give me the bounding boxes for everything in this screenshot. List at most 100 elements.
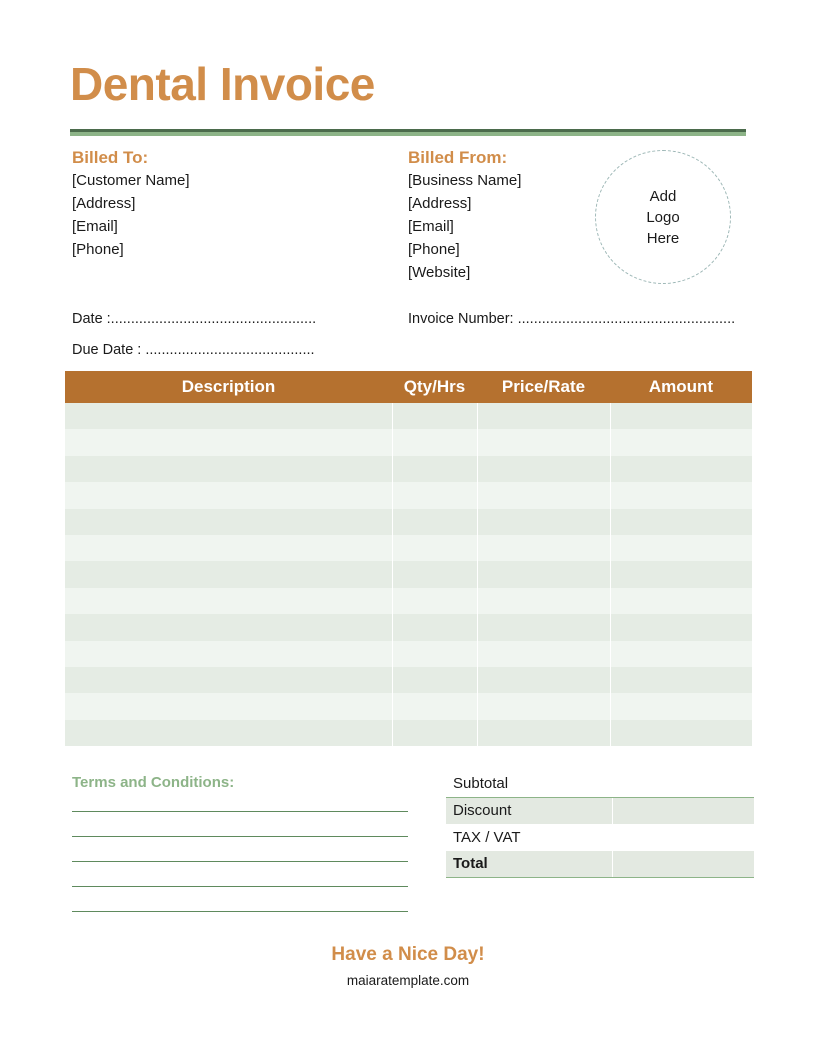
terms-line[interactable]	[72, 835, 408, 837]
table-row	[65, 614, 752, 641]
customer-address-field[interactable]: [Address]	[72, 192, 190, 215]
items-table-container: Description Qty/Hrs Price/Rate Amount	[65, 371, 752, 747]
qty-cell[interactable]	[392, 719, 478, 747]
description-cell[interactable]	[65, 614, 393, 641]
description-cell[interactable]	[65, 640, 393, 667]
terms-line[interactable]	[72, 885, 408, 887]
amount-cell[interactable]	[610, 719, 752, 747]
price-cell[interactable]	[477, 534, 611, 562]
discount-label: Discount	[446, 797, 612, 824]
price-cell[interactable]	[477, 561, 611, 588]
qty-cell[interactable]	[392, 614, 478, 641]
description-cell[interactable]	[65, 534, 393, 562]
qty-cell[interactable]	[392, 482, 478, 509]
description-cell[interactable]	[65, 561, 393, 588]
price-cell[interactable]	[477, 587, 611, 615]
table-row	[65, 482, 752, 509]
amount-cell[interactable]	[610, 640, 752, 667]
business-phone-field[interactable]: [Phone]	[408, 238, 521, 261]
amount-cell[interactable]	[610, 693, 752, 720]
tax-label: TAX / VAT	[453, 828, 521, 846]
subtotal-value[interactable]	[612, 770, 754, 798]
price-cell[interactable]	[477, 640, 611, 667]
price-cell[interactable]	[477, 482, 611, 509]
totals-table: Subtotal Discount TAX / VAT Total	[446, 770, 754, 878]
amount-cell[interactable]	[610, 561, 752, 588]
description-cell[interactable]	[65, 455, 393, 483]
billed-from-section: Billed From: [Business Name] [Address] […	[408, 147, 521, 284]
tax-value[interactable]	[612, 824, 754, 851]
table-row	[65, 429, 752, 456]
amount-cell[interactable]	[610, 403, 752, 430]
discount-row: Discount	[446, 797, 754, 824]
terms-line[interactable]	[72, 810, 408, 812]
terms-section: Terms and Conditions:	[72, 773, 408, 912]
qty-cell[interactable]	[392, 587, 478, 615]
qty-cell[interactable]	[392, 693, 478, 720]
table-row	[65, 640, 752, 667]
amount-cell[interactable]	[610, 455, 752, 483]
qty-cell[interactable]	[392, 429, 478, 456]
logo-text-line: Logo	[646, 208, 680, 226]
footer-message: Have a Nice Day!	[331, 944, 485, 965]
amount-cell[interactable]	[610, 482, 752, 509]
total-row: Total	[446, 850, 754, 878]
amount-cell[interactable]	[610, 508, 752, 535]
description-cell[interactable]	[65, 693, 393, 720]
description-cell[interactable]	[65, 719, 393, 747]
customer-name-field[interactable]: [Customer Name]	[72, 169, 190, 192]
price-cell[interactable]	[477, 666, 611, 694]
price-cell[interactable]	[477, 455, 611, 483]
price-cell[interactable]	[477, 719, 611, 747]
terms-line[interactable]	[72, 860, 408, 862]
description-cell[interactable]	[65, 587, 393, 615]
qty-cell[interactable]	[392, 455, 478, 483]
customer-email-field[interactable]: [Email]	[72, 215, 190, 238]
amount-cell[interactable]	[610, 587, 752, 615]
price-cell[interactable]	[477, 508, 611, 535]
description-cell[interactable]	[65, 666, 393, 694]
invoice-title: Dental Invoice	[70, 58, 375, 110]
price-cell[interactable]	[477, 429, 611, 456]
qty-cell[interactable]	[392, 561, 478, 588]
qty-cell[interactable]	[392, 640, 478, 667]
amount-cell[interactable]	[610, 614, 752, 641]
qty-cell[interactable]	[392, 666, 478, 694]
footer-website: maiaratemplate.com	[346, 973, 470, 988]
business-name-field[interactable]: [Business Name]	[408, 169, 521, 192]
description-cell[interactable]	[65, 508, 393, 535]
price-cell[interactable]	[477, 403, 611, 430]
business-address-field[interactable]: [Address]	[408, 192, 521, 215]
business-website-field[interactable]: [Website]	[408, 261, 521, 284]
table-row	[65, 455, 752, 483]
qty-cell[interactable]	[392, 403, 478, 430]
column-header-description: Description	[65, 371, 392, 403]
terms-line[interactable]	[72, 910, 408, 912]
price-cell[interactable]	[477, 693, 611, 720]
billed-to-heading: Billed To:	[72, 148, 149, 167]
column-header-price: Price/Rate	[477, 371, 610, 403]
description-cell[interactable]	[65, 403, 393, 430]
amount-cell[interactable]	[610, 429, 752, 456]
header-divider-light	[70, 132, 746, 136]
price-cell[interactable]	[477, 614, 611, 641]
discount-value[interactable]	[611, 797, 754, 824]
terms-lines	[72, 810, 408, 912]
description-cell[interactable]	[65, 482, 393, 509]
business-email-field[interactable]: [Email]	[408, 215, 521, 238]
customer-phone-field[interactable]: [Phone]	[72, 238, 190, 261]
qty-cell[interactable]	[392, 508, 478, 535]
column-header-amount: Amount	[610, 371, 752, 403]
table-row	[65, 534, 752, 562]
amount-cell[interactable]	[610, 534, 752, 562]
date-field[interactable]: Date :..................................…	[72, 311, 316, 327]
table-row	[65, 403, 752, 430]
description-cell[interactable]	[65, 429, 393, 456]
qty-cell[interactable]	[392, 534, 478, 562]
due-date-field[interactable]: Due Date : .............................…	[72, 342, 315, 358]
amount-cell[interactable]	[610, 666, 752, 694]
total-value[interactable]	[611, 850, 754, 878]
logo-placeholder[interactable]: Add Logo Here	[595, 150, 731, 284]
invoice-number-field[interactable]: Invoice Number: ........................…	[408, 311, 735, 327]
items-header-row: Description Qty/Hrs Price/Rate Amount	[65, 371, 752, 403]
